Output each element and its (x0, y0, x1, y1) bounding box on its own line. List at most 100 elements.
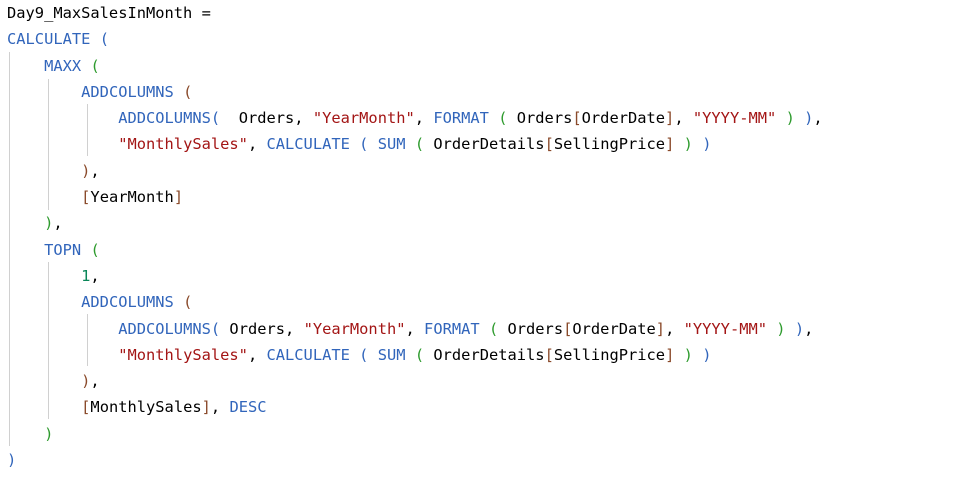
string-token: "MonthlySales" (118, 135, 248, 154)
string-token: "YYYY-MM" (692, 109, 777, 128)
paren-token: ) (702, 345, 712, 364)
code-line[interactable]: Day9_MaxSalesInMonth = (7, 0, 823, 26)
paren-token: ) (7, 451, 17, 470)
paren-token: ( (183, 82, 193, 101)
paren-token: ( (183, 293, 193, 312)
code-line[interactable]: ) (7, 447, 823, 473)
code-text: , (90, 161, 100, 180)
bracket-token: [ (544, 345, 554, 364)
code-text: Orders, (220, 109, 313, 128)
string-token: "MonthlySales" (118, 345, 248, 364)
function-token: SUM (377, 345, 406, 364)
paren-token: ) (804, 109, 814, 128)
code-line[interactable]: "MonthlySales", CALCULATE ( SUM ( OrderD… (7, 131, 823, 157)
code-line[interactable]: ADDCOLUMNS( Orders, "YearMonth", FORMAT … (7, 316, 823, 342)
bracket-token: ] (173, 188, 184, 207)
code-line[interactable]: ) (7, 421, 823, 447)
paren-token: ) (683, 345, 693, 364)
paren-token: ) (44, 214, 54, 233)
paren-token: ) (785, 109, 795, 128)
code-line[interactable]: [MonthlySales], DESC (7, 394, 823, 420)
code-text: OrderDetails (424, 345, 545, 364)
code-text: , (813, 109, 823, 128)
function-token: MAXX (44, 56, 82, 75)
bracket-token: [ (572, 109, 582, 128)
code-text: , (414, 109, 434, 128)
code-text: , (247, 345, 267, 364)
code-line[interactable]: ADDCOLUMNS ( (7, 79, 823, 105)
paren-token: ( (99, 30, 109, 49)
code-line[interactable]: ), (7, 210, 823, 236)
code-editor[interactable]: Day9_MaxSalesInMonth = CALCULATE ( MAXX (… (0, 0, 976, 486)
code-text: , (210, 398, 230, 417)
column-token: SellingPrice (553, 345, 666, 364)
paren-token: ) (794, 319, 805, 338)
code-line[interactable]: ), (7, 158, 823, 184)
dax-code-block[interactable]: Day9_MaxSalesInMonth = CALCULATE ( MAXX (… (7, 0, 823, 473)
keyword-token: DESC (229, 398, 267, 417)
code-line[interactable]: MAXX ( (7, 53, 823, 79)
code-text: , (804, 319, 814, 338)
paren-token: ( (90, 56, 100, 75)
bracket-token: ] (665, 135, 675, 154)
column-token: MonthlySales (90, 398, 202, 417)
code-line[interactable]: CALCULATE ( (7, 26, 823, 52)
code-text: , (405, 319, 425, 338)
paren-token: ( (488, 319, 499, 338)
code-line[interactable]: ADDCOLUMNS( Orders, "YearMonth", FORMAT … (7, 105, 823, 131)
code-text: Orders (507, 109, 573, 128)
code-line[interactable]: "MonthlySales", CALCULATE ( SUM ( OrderD… (7, 342, 823, 368)
function-token: ADDCOLUMNS (118, 319, 211, 338)
code-text: Orders (498, 319, 564, 338)
column-token: SellingPrice (553, 135, 666, 154)
code-line[interactable]: 1, (7, 263, 823, 289)
code-text: , (247, 135, 267, 154)
paren-token: ) (44, 424, 54, 443)
code-text: OrderDetails (424, 135, 545, 154)
code-text: Day9_MaxSalesInMonth = (7, 4, 211, 22)
function-token: FORMAT (424, 319, 480, 338)
code-text: , (665, 319, 684, 338)
paren-token: ) (776, 319, 786, 338)
paren-token: ) (683, 135, 693, 154)
code-line[interactable]: [YearMonth] (7, 184, 823, 210)
function-token: TOPN (44, 240, 82, 259)
function-token: SUM (377, 135, 406, 154)
code-line[interactable]: ), (7, 368, 823, 394)
function-token: ADDCOLUMNS (81, 293, 174, 312)
bracket-token: ] (655, 319, 666, 338)
string-token: "YearMonth" (312, 109, 415, 128)
code-text: , (90, 266, 100, 285)
code-line[interactable]: ADDCOLUMNS ( (7, 289, 823, 315)
bracket-token: ] (665, 345, 675, 364)
bracket-token: ] (201, 398, 211, 417)
column-token: OrderDate (581, 109, 666, 128)
bracket-token: ] (665, 109, 675, 128)
code-line[interactable]: TOPN ( (7, 237, 823, 263)
function-token: CALCULATE (266, 135, 350, 154)
